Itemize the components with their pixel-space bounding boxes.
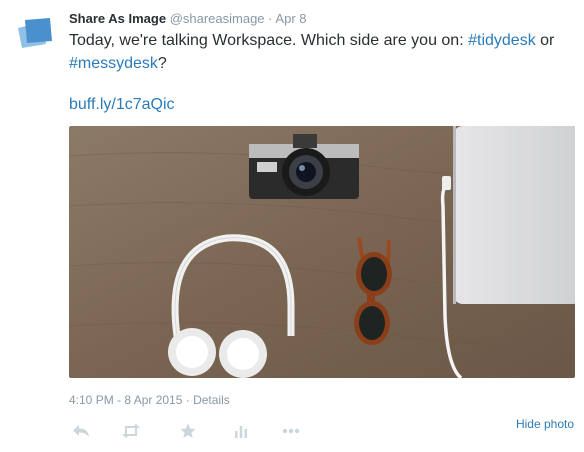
tweet-header: Share As Image @shareasimage · Apr 8: [69, 10, 307, 27]
retweet-button[interactable]: [119, 421, 143, 441]
details-link[interactable]: Details: [193, 393, 230, 407]
header-separator: ·: [268, 11, 273, 26]
share-as-image-logo-icon: [18, 18, 52, 48]
analytics-icon: [235, 426, 247, 438]
tweet-text-part: Today, we're talking Workspace. Which si…: [69, 32, 469, 49]
avatar[interactable]: [16, 14, 54, 52]
more-options-button[interactable]: [279, 421, 303, 441]
favorite-star-icon: [180, 423, 196, 438]
tweet-text-part: ?: [157, 55, 167, 72]
tweet-meta: 4:10 PM - 8 Apr 2015 · Details: [69, 393, 230, 407]
shortened-url-link[interactable]: buff.ly/1c7aQic: [69, 93, 175, 116]
tweet-card: Share As Image @shareasimage · Apr 8 Tod…: [0, 0, 584, 452]
more-icon: [282, 428, 300, 434]
reply-icon: [73, 425, 89, 437]
author-handle[interactable]: @shareasimage: [170, 11, 265, 26]
meta-separator: ·: [182, 393, 194, 407]
tweet-text-part: or: [535, 32, 555, 49]
hashtag-tidydesk-link[interactable]: #tidydesk: [468, 32, 536, 49]
tweet-date[interactable]: Apr 8: [275, 11, 306, 26]
retweet-icon: [122, 424, 140, 438]
tweet-timestamp[interactable]: 4:10 PM - 8 Apr 2015: [69, 393, 182, 407]
reply-button[interactable]: [69, 421, 93, 441]
author-name[interactable]: Share As Image: [69, 11, 166, 26]
favorite-button[interactable]: [176, 421, 200, 441]
hide-photo-link[interactable]: Hide photo: [516, 417, 574, 431]
analytics-button[interactable]: [229, 421, 253, 441]
workspace-desk-photo: [69, 126, 575, 378]
tweet-photo[interactable]: [69, 126, 575, 378]
tweet-text: Today, we're talking Workspace. Which si…: [69, 29, 574, 75]
hashtag-messydesk-link[interactable]: #messydesk: [69, 55, 158, 72]
